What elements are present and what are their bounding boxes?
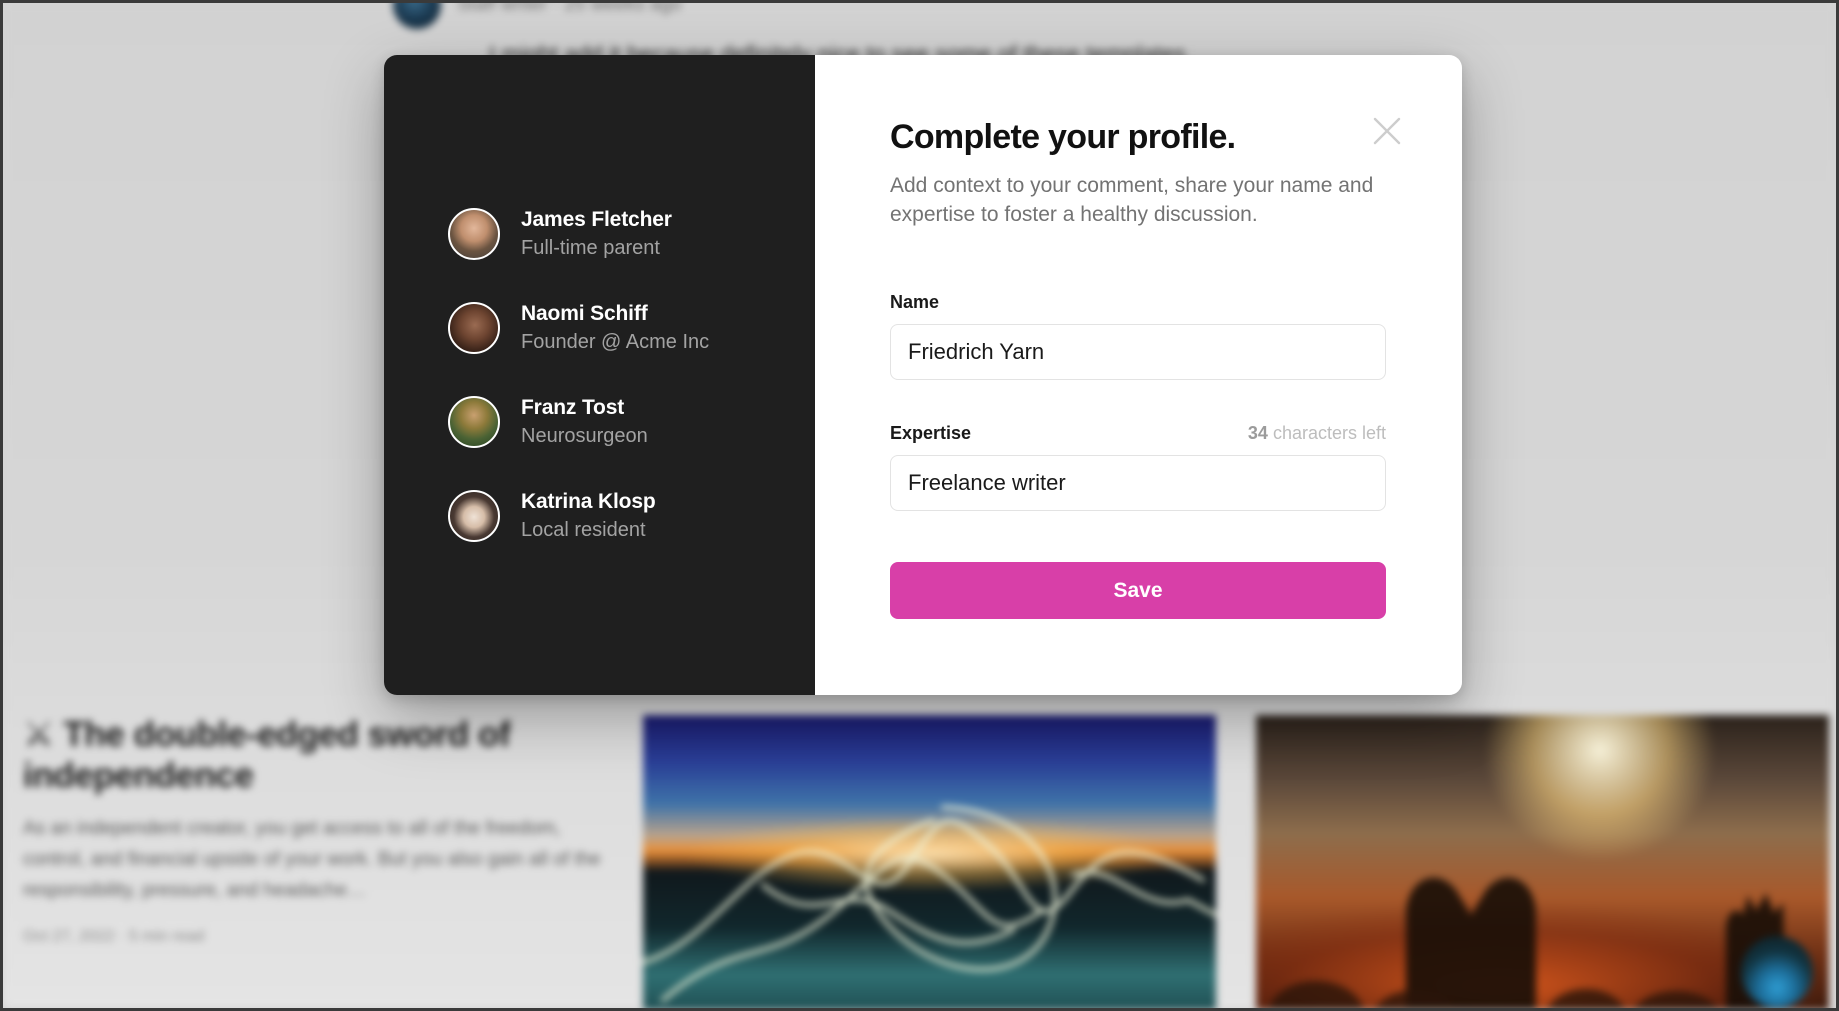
list-item[interactable]: James Fletcher Full-time parent: [448, 208, 815, 260]
backdrop-article-excerpt: As an independent creator, you get acces…: [23, 818, 601, 901]
name-field-group: Name: [890, 292, 1386, 381]
persona-name: Katrina Klosp: [521, 490, 656, 513]
character-counter-count: 34: [1247, 423, 1268, 444]
name-field-header: Name: [890, 292, 1386, 313]
expertise-field-group: Expertise 34 characters left: [890, 423, 1386, 512]
expertise-input[interactable]: [890, 455, 1386, 512]
character-counter-suffix: characters left: [1272, 423, 1386, 444]
list-item[interactable]: Naomi Schiff Founder @ Acme Inc: [448, 302, 815, 354]
backdrop-thumbnail-concert: [1256, 715, 1829, 1008]
complete-profile-dialog: James Fletcher Full-time parent Naomi Sc…: [384, 55, 1462, 695]
crossed-swords-icon: ⚔: [23, 715, 54, 754]
name-input[interactable]: [890, 324, 1386, 381]
avatar: [448, 396, 500, 448]
persona-name: Naomi Schiff: [521, 302, 648, 325]
dialog-subtitle: Add context to your comment, share your …: [890, 174, 1374, 227]
persona-list: James Fletcher Full-time parent Naomi Sc…: [448, 208, 815, 542]
backdrop-article-title: ⚔ The double-edged sword of independence: [23, 715, 603, 796]
persona-text: Franz Tost Neurosurgeon: [521, 396, 648, 448]
backdrop-article-meta: Oct 27, 2022 · 5 min read: [23, 928, 205, 946]
list-item[interactable]: Franz Tost Neurosurgeon: [448, 396, 815, 448]
persona-role: Full-time parent: [521, 237, 660, 259]
persona-text: Naomi Schiff Founder @ Acme Inc: [521, 302, 709, 354]
list-item[interactable]: Katrina Klosp Local resident: [448, 490, 815, 542]
backdrop-article-card: ⚔ The double-edged sword of independence…: [23, 715, 603, 1008]
persona-text: Katrina Klosp Local resident: [521, 490, 656, 542]
expertise-label: Expertise: [890, 423, 972, 444]
persona-role: Local resident: [521, 519, 646, 541]
light-trail-decoration: [643, 805, 1216, 1002]
persona-examples-panel: James Fletcher Full-time parent Naomi Sc…: [384, 55, 815, 695]
profile-form-panel: Complete your profile. Add context to yo…: [815, 55, 1462, 695]
close-button[interactable]: [1366, 110, 1408, 152]
persona-text: James Fletcher Full-time parent: [521, 208, 672, 260]
persona-role: Founder @ Acme Inc: [521, 331, 710, 353]
backdrop-article-title-text: The double-edged sword of independence: [23, 715, 511, 795]
backdrop-comment-meta: Staff writer · 25 weeks ago: [457, 0, 682, 15]
backdrop-thumbnail-author-avatar: [1741, 936, 1813, 1008]
avatar: [448, 302, 500, 354]
persona-name: James Fletcher: [521, 208, 672, 231]
app-window: Staff writer · 25 weeks ago I might add …: [0, 0, 1839, 1011]
save-button[interactable]: Save: [890, 562, 1386, 620]
persona-role: Neurosurgeon: [521, 425, 648, 447]
backdrop-comment-avatar: [393, 3, 441, 29]
character-counter: 34 characters left: [1248, 423, 1386, 444]
name-label: Name: [890, 292, 940, 313]
avatar: [448, 208, 500, 260]
backdrop-thumbnail-light-painting: [643, 715, 1216, 1008]
avatar: [448, 490, 500, 542]
page-title: Complete your profile.: [890, 118, 1236, 156]
persona-name: Franz Tost: [521, 396, 625, 419]
expertise-field-header: Expertise 34 characters left: [890, 423, 1386, 444]
backdrop-article-grid: ⚔ The double-edged sword of independence…: [3, 715, 1836, 1008]
backdrop-comment-header: Staff writer · 25 weeks ago: [393, 0, 682, 29]
close-icon: [1373, 117, 1401, 145]
